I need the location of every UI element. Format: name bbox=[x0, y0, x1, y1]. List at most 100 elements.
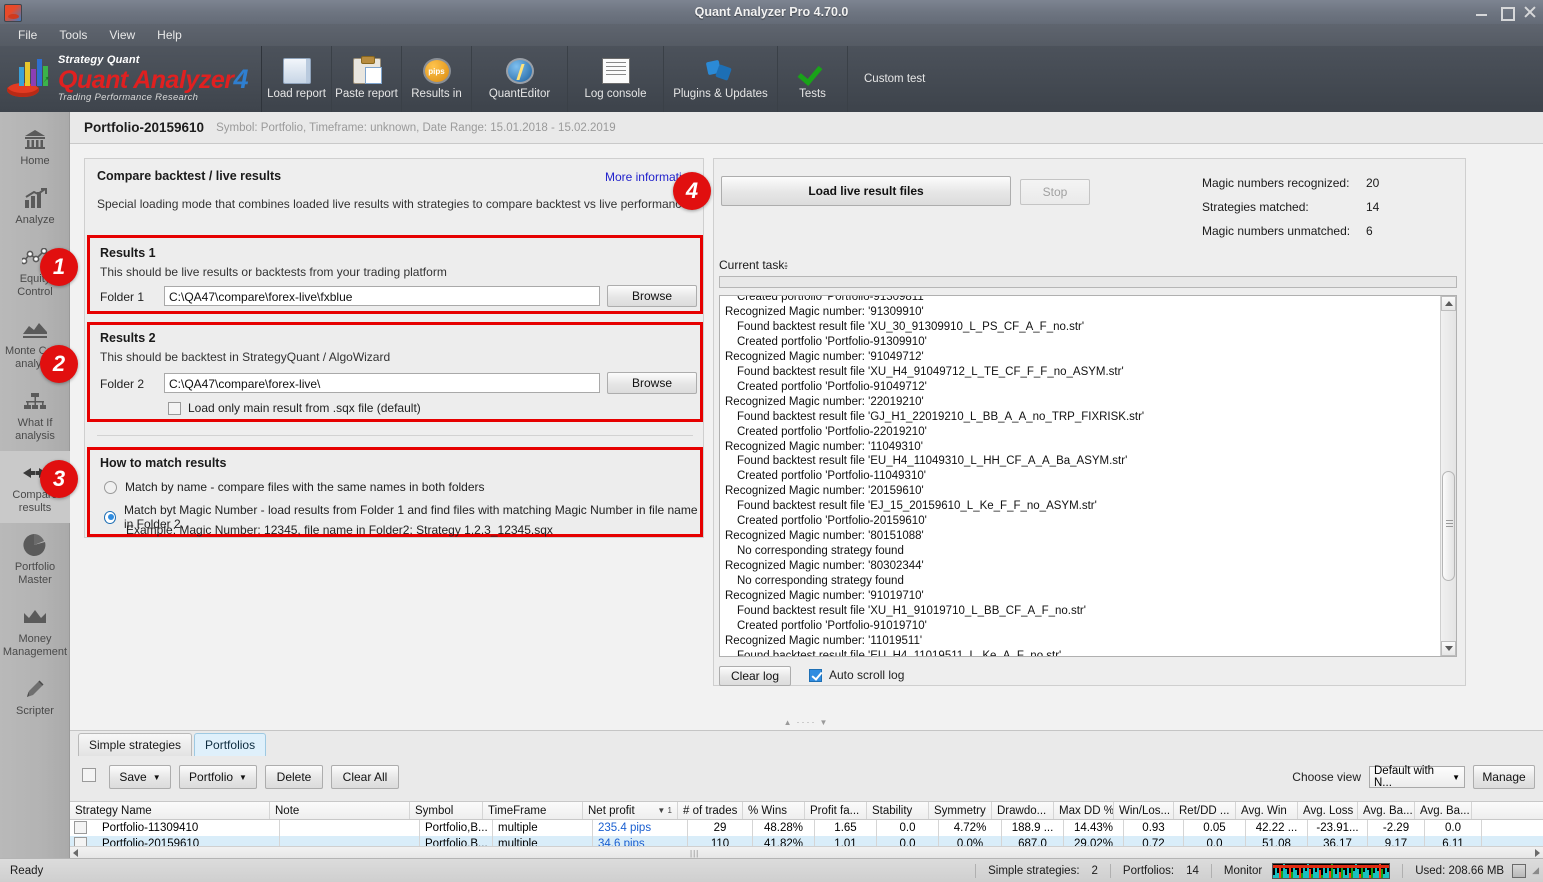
column-header[interactable]: Ret/DD ... bbox=[1174, 802, 1236, 819]
minimize-icon[interactable] bbox=[1475, 5, 1489, 19]
menu-item-tools[interactable]: Tools bbox=[49, 25, 97, 45]
sort-indicator-icon: ▼ 1 bbox=[657, 806, 672, 815]
toolbar-button-paste-report[interactable]: Paste report bbox=[332, 46, 402, 112]
scroll-down-arrow-icon[interactable] bbox=[1441, 641, 1456, 656]
portfolio-button[interactable]: Portfolio ▼ bbox=[179, 765, 257, 789]
toolbar-button-plugins-updates[interactable]: Plugins & Updates bbox=[664, 46, 778, 112]
load-live-result-files-button[interactable]: Load live result files bbox=[721, 176, 1011, 206]
manage-button[interactable]: Manage bbox=[1473, 765, 1535, 789]
column-header[interactable]: Drawdo... bbox=[992, 802, 1054, 819]
match-by-magic-number-radio[interactable] bbox=[104, 510, 116, 524]
table-row[interactable]: Portfolio-11309410 Portfolio,B... multiple… bbox=[70, 820, 1543, 836]
resize-grip-icon[interactable]: ◢ bbox=[1532, 865, 1539, 876]
main-toolbar: Strategy Quant Quant Analyzer4 Trading P… bbox=[0, 46, 1543, 112]
column-header[interactable]: Strategy Name bbox=[70, 802, 270, 819]
auto-scroll-log-checkbox[interactable] bbox=[809, 668, 822, 682]
menu-item-help[interactable]: Help bbox=[147, 25, 192, 45]
maximize-icon[interactable] bbox=[1499, 5, 1515, 21]
browse-folder1-button[interactable]: Browse bbox=[607, 285, 697, 307]
log-vertical-scrollbar[interactable] bbox=[1440, 296, 1456, 656]
panel-splitter[interactable]: ▲ ···· ▼ bbox=[70, 714, 1543, 730]
log-line: Found backtest result file 'EJ_15_201596… bbox=[737, 500, 1097, 513]
toolbar-button-load-report[interactable]: Load report bbox=[262, 46, 332, 112]
sidebar-item-scripter[interactable]: Scripter bbox=[0, 667, 70, 726]
load-progress-panel: Load live result files Stop Magic number… bbox=[713, 158, 1466, 686]
scrollbar-thumb[interactable] bbox=[1442, 471, 1455, 581]
scroll-up-arrow-icon[interactable] bbox=[1441, 296, 1456, 311]
column-header[interactable]: Max DD % bbox=[1054, 802, 1114, 819]
pencil-icon bbox=[2, 676, 68, 702]
sidebar-item-analyze[interactable]: Analyze bbox=[0, 176, 70, 235]
match-by-name-option[interactable]: Match by name - compare files with the s… bbox=[104, 480, 485, 494]
splitter-down-arrow-icon[interactable]: ▼ bbox=[820, 718, 830, 727]
column-header[interactable]: # of trades bbox=[678, 802, 743, 819]
sidebar-item-portfolio-master[interactable]: Portfolio Master bbox=[0, 523, 70, 595]
monitor-graph[interactable] bbox=[1272, 862, 1391, 879]
column-header[interactable]: Symbol bbox=[410, 802, 483, 819]
toolbar-button-tests[interactable]: Tests bbox=[778, 46, 848, 112]
sidebar-item-money-management[interactable]: Money Management bbox=[0, 595, 70, 667]
stat-value-magic-recognized: 20 bbox=[1366, 176, 1380, 190]
row-select-checkbox[interactable] bbox=[74, 821, 87, 834]
column-header[interactable]: Avg. Loss bbox=[1298, 802, 1358, 819]
home-icon bbox=[2, 126, 68, 152]
toolbar-button-results-in[interactable]: pips Results in bbox=[402, 46, 472, 112]
toolbar-button-custom-test[interactable]: Custom test bbox=[848, 46, 941, 112]
column-header[interactable]: TimeFrame bbox=[483, 802, 583, 819]
delete-button[interactable]: Delete bbox=[265, 765, 323, 789]
brand-text: Strategy Quant Quant Analyzer4 Trading P… bbox=[58, 55, 248, 103]
log-line: Created portfolio 'Portfolio-91019710' bbox=[737, 619, 927, 632]
column-header[interactable]: Symmetry bbox=[929, 802, 992, 819]
results1-title: Results 1 bbox=[100, 246, 156, 260]
toolbar-button-quanteditor[interactable]: QuantEditor bbox=[472, 46, 568, 112]
status-memory-used: Used: 208.66 MB bbox=[1415, 864, 1505, 877]
table-cell: 235.4 pips bbox=[593, 820, 688, 836]
column-header[interactable]: Avg. Win bbox=[1236, 802, 1298, 819]
toolbar-label: Custom test bbox=[864, 73, 926, 85]
tab-portfolios[interactable]: Portfolios bbox=[194, 733, 267, 756]
grid-horizontal-scrollbar[interactable]: ||| bbox=[70, 846, 1543, 858]
sidebar-item-what-if-analysis[interactable]: What If analysis bbox=[0, 379, 70, 451]
auto-scroll-log-row[interactable]: Auto scroll log bbox=[809, 668, 904, 682]
annotation-badge-2: 2 bbox=[40, 345, 78, 383]
scroll-right-arrow-icon[interactable] bbox=[1531, 847, 1543, 858]
table-cell: 29 bbox=[688, 820, 753, 836]
column-header[interactable]: % Wins bbox=[743, 802, 805, 819]
column-header[interactable]: Avg. Ba... bbox=[1415, 802, 1472, 819]
choose-view-select[interactable]: Default with N... ▼ bbox=[1369, 765, 1465, 789]
scroll-left-arrow-icon[interactable] bbox=[70, 847, 82, 858]
memory-icon[interactable] bbox=[1512, 863, 1527, 878]
column-header[interactable]: Win/Los... bbox=[1114, 802, 1174, 819]
match-by-name-radio[interactable] bbox=[104, 480, 117, 494]
log-output[interactable]: Created portfolio 'Portfolio-91309811' Re… bbox=[719, 295, 1457, 657]
select-all-checkbox[interactable] bbox=[82, 768, 96, 782]
crown-icon bbox=[2, 604, 68, 630]
column-header[interactable]: Note bbox=[270, 802, 410, 819]
column-header[interactable]: Stability bbox=[867, 802, 929, 819]
sidebar-item-home[interactable]: Home bbox=[0, 112, 70, 176]
folder2-input[interactable]: C:\QA47\compare\forex-live\ bbox=[164, 373, 600, 393]
window-controls bbox=[1475, 0, 1537, 24]
tab-simple-strategies[interactable]: Simple strategies bbox=[78, 733, 193, 756]
annotation-badge-1: 1 bbox=[40, 248, 78, 286]
folder1-input[interactable]: C:\QA47\compare\forex-live\fxblue bbox=[164, 286, 600, 306]
browse-folder2-button[interactable]: Browse bbox=[607, 372, 697, 394]
close-icon[interactable] bbox=[1523, 5, 1537, 19]
load-main-result-checkbox[interactable] bbox=[168, 401, 181, 415]
sidebar-item-label: Analyze bbox=[15, 214, 55, 226]
toolbar-button-log-console[interactable]: Log console bbox=[568, 46, 664, 112]
compare-panel-title: Compare backtest / live results bbox=[97, 169, 282, 183]
column-header[interactable]: Net profit ▼ 1 bbox=[583, 802, 678, 819]
column-header[interactable]: Profit fa... bbox=[805, 802, 867, 819]
load-main-result-checkbox-row[interactable]: Load only main result from .sqx file (de… bbox=[168, 401, 421, 415]
status-monitor-label: Monitor bbox=[1223, 864, 1263, 877]
menu-item-file[interactable]: File bbox=[8, 25, 47, 45]
clear-all-button[interactable]: Clear All bbox=[331, 765, 399, 789]
splitter-up-arrow-icon[interactable]: ▲ bbox=[784, 718, 794, 727]
clear-log-button[interactable]: Clear log bbox=[719, 666, 791, 686]
menu-item-view[interactable]: View bbox=[99, 25, 145, 45]
stat-label-magic-unmatched: Magic numbers unmatched: bbox=[1202, 224, 1351, 238]
save-button[interactable]: Save ▼ bbox=[109, 765, 171, 789]
column-header[interactable]: Avg. Ba... bbox=[1358, 802, 1415, 819]
table-cell: 0.93 bbox=[1124, 820, 1184, 836]
